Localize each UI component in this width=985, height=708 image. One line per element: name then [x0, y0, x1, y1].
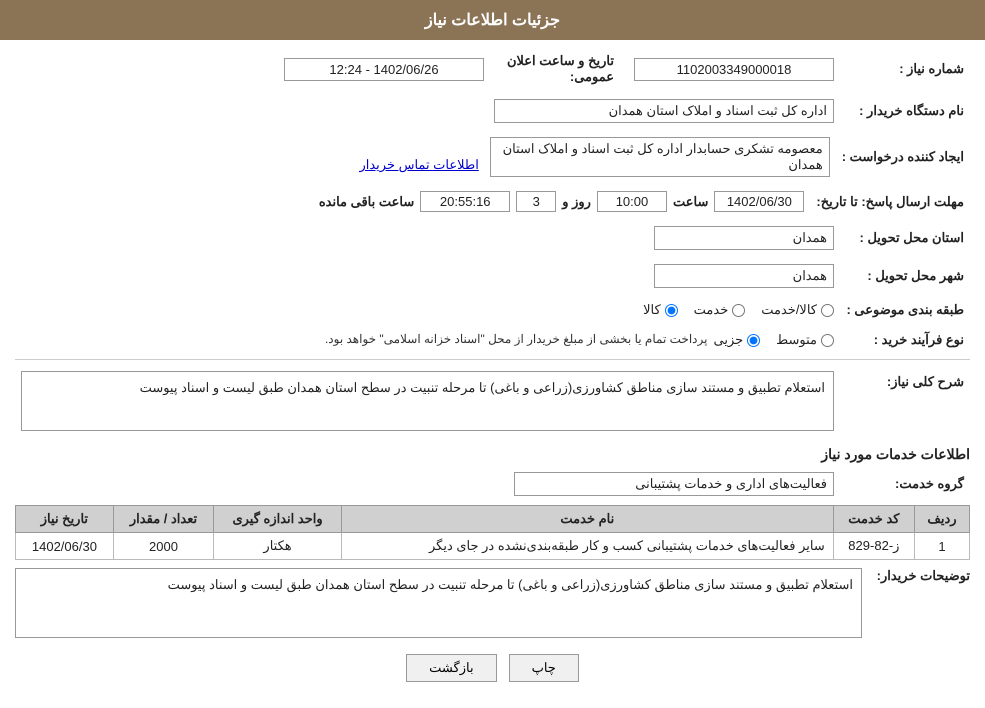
- category-radio-kala[interactable]: [665, 304, 678, 317]
- deadline-remaining-label: ساعت باقی مانده: [319, 194, 414, 210]
- deadline-remaining: 20:55:16: [420, 191, 510, 212]
- print-button[interactable]: چاپ: [509, 654, 579, 682]
- category-option-kala-khedmat[interactable]: کالا/خدمت: [761, 302, 834, 318]
- col-header-name: نام خدمت: [341, 506, 833, 533]
- page-header: جزئیات اطلاعات نیاز: [0, 0, 985, 40]
- buyer-desc-label: توضیحات خریدار:: [870, 568, 970, 584]
- cell-date: 1402/06/30: [16, 533, 114, 560]
- col-header-unit: واحد اندازه گیری: [214, 506, 342, 533]
- group-value: فعالیت‌های اداری و خدمات پشتیبانی: [514, 472, 834, 496]
- deadline-time-label: ساعت: [673, 194, 708, 210]
- province-label: استان محل تحویل :: [840, 223, 970, 253]
- cell-code: ز-82-829: [833, 533, 914, 560]
- category-label: طبقه بندی موضوعی :: [840, 299, 970, 321]
- buyer-description-section: توضیحات خریدار: استعلام تطبیق و مستند سا…: [15, 568, 970, 638]
- category-radio-khedmat[interactable]: [732, 304, 745, 317]
- process-option-motavasset[interactable]: متوسط: [776, 332, 834, 348]
- process-radio-group: متوسط جزیی: [713, 332, 834, 348]
- deadline-date: 1402/06/30: [714, 191, 804, 212]
- announce-label: تاریخ و ساعت اعلان عمومی:: [490, 50, 620, 88]
- deadline-day: 3: [516, 191, 556, 212]
- col-header-row: ردیف: [915, 506, 970, 533]
- back-button[interactable]: بازگشت: [406, 654, 496, 682]
- cell-unit: هکتار: [214, 533, 342, 560]
- services-table: ردیف کد خدمت نام خدمت واحد اندازه گیری ت…: [15, 505, 970, 560]
- city-label: شهر محل تحویل :: [840, 261, 970, 291]
- process-radio-motavasset[interactable]: [821, 334, 834, 347]
- cell-name: سایر فعالیت‌های خدمات پشتیبانی کسب و کار…: [341, 533, 833, 560]
- button-group: چاپ بازگشت: [15, 654, 970, 682]
- col-header-date: تاریخ نیاز: [16, 506, 114, 533]
- process-label-jozii: جزیی: [713, 332, 743, 348]
- category-label-kala-khedmat: کالا/خدمت: [761, 302, 817, 318]
- deadline-day-label: روز و: [562, 194, 591, 210]
- org-name-value: اداره کل ثبت اسناد و املاک استان همدان: [494, 99, 834, 123]
- tender-number-value: 1102003349000018: [634, 58, 834, 81]
- table-row: 1 ز-82-829 سایر فعالیت‌های خدمات پشتیبان…: [16, 533, 970, 560]
- category-label-khedmat: خدمت: [694, 302, 729, 318]
- buyer-desc-text: استعلام تطبیق و مستند سازی مناطق کشاورزی…: [15, 568, 862, 638]
- group-label: گروه خدمت:: [840, 469, 970, 499]
- tender-number-label: شماره نیاز :: [840, 50, 970, 88]
- process-note: پرداخت تمام یا بخشی از مبلغ خریدار از مح…: [325, 332, 708, 346]
- cell-qty: 2000: [113, 533, 213, 560]
- col-header-code: کد خدمت: [833, 506, 914, 533]
- contact-link[interactable]: اطلاعات تماس خریدار: [359, 157, 478, 172]
- process-option-jozii[interactable]: جزیی: [713, 332, 760, 348]
- process-radio-jozii[interactable]: [747, 334, 760, 347]
- page-title: جزئیات اطلاعات نیاز: [425, 12, 560, 29]
- city-value: همدان: [654, 264, 834, 288]
- process-label: نوع فرآیند خرید :: [840, 329, 970, 351]
- deadline-label: مهلت ارسال پاسخ: تا تاریخ:: [810, 188, 970, 215]
- category-option-kala[interactable]: کالا: [643, 302, 678, 318]
- description-label: شرح کلی نیاز:: [840, 368, 970, 434]
- creator-label: ایجاد کننده درخواست :: [836, 134, 970, 180]
- col-header-qty: تعداد / مقدار: [113, 506, 213, 533]
- services-section-title: اطلاعات خدمات مورد نیاز: [15, 446, 970, 463]
- category-label-kala: کالا: [643, 302, 661, 318]
- category-option-khedmat[interactable]: خدمت: [694, 302, 746, 318]
- org-name-label: نام دستگاه خریدار :: [840, 96, 970, 126]
- description-text: استعلام تطبیق و مستند سازی مناطق کشاورزی…: [21, 371, 834, 431]
- category-radio-group: کالا/خدمت خدمت کالا: [21, 302, 834, 318]
- category-radio-kala-khedmat[interactable]: [821, 304, 834, 317]
- creator-value: معصومه تشکری حسابدار اداره کل ثبت اسناد …: [490, 137, 830, 177]
- cell-row: 1: [915, 533, 970, 560]
- province-value: همدان: [654, 226, 834, 250]
- announce-value: 1402/06/26 - 12:24: [284, 58, 484, 81]
- process-label-motavasset: متوسط: [776, 332, 817, 348]
- deadline-time: 10:00: [597, 191, 667, 212]
